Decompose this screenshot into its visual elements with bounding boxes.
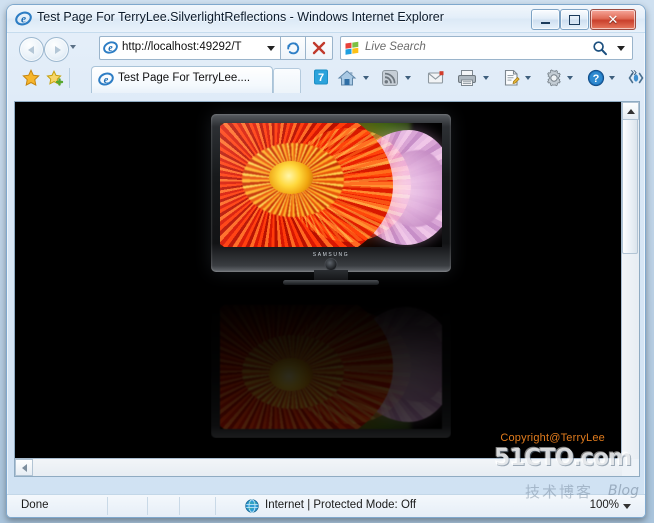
zoom-level-text[interactable]: 100% xyxy=(590,499,619,511)
toolbar-divider xyxy=(69,68,70,88)
home-dropdown-icon[interactable] xyxy=(363,76,369,80)
window-title: Test Page For TerryLee.SilverlightReflec… xyxy=(37,10,444,24)
tv-screen xyxy=(220,123,442,247)
screen-glare xyxy=(220,123,442,247)
minimize-button[interactable] xyxy=(531,9,560,30)
recent-pages-dropdown[interactable] xyxy=(70,45,76,49)
triangle-up-icon xyxy=(626,109,635,114)
chevron-left-icon xyxy=(27,45,34,54)
internet-explorer-icon: e xyxy=(15,10,32,27)
vertical-scrollbar-thumb[interactable] xyxy=(622,102,638,254)
chevron-down-icon[interactable] xyxy=(267,46,275,51)
reflection-flower xyxy=(220,305,442,429)
suggested-sites-badge-icon[interactable]: 7 xyxy=(313,68,329,86)
minimize-icon xyxy=(532,10,559,29)
tab-bar: e Test Page For TerryLee.... 7 ? » xyxy=(7,63,645,93)
status-divider xyxy=(147,497,148,515)
new-tab-button[interactable] xyxy=(273,68,301,93)
page-dropdown-icon[interactable] xyxy=(525,76,531,80)
close-button[interactable]: ✕ xyxy=(590,9,636,30)
search-placeholder: Live Search xyxy=(365,41,426,53)
title-bar: e Test Page For TerryLee.SilverlightRefl… xyxy=(7,5,645,33)
forward-button[interactable] xyxy=(44,37,69,62)
triangle-left-icon xyxy=(22,463,27,472)
search-input[interactable]: Live Search xyxy=(340,36,633,60)
feeds-dropdown-icon[interactable] xyxy=(405,76,411,80)
reflection-screen xyxy=(220,305,442,429)
status-divider xyxy=(179,497,180,515)
windows-flag-icon xyxy=(345,41,359,55)
status-divider xyxy=(107,497,108,515)
refresh-icon xyxy=(287,42,300,55)
tv-bezel: SAMSUNG xyxy=(211,114,451,272)
tools-gear-icon[interactable] xyxy=(545,69,563,87)
silverlight-canvas: SAMSUNG Copyright@TerryLee xyxy=(15,102,621,458)
maximize-icon xyxy=(561,10,588,29)
reflection-bezel xyxy=(211,280,451,438)
command-bar: 7 ? » xyxy=(309,63,644,93)
security-zone-text: Internet | Protected Mode: Off xyxy=(265,499,417,511)
print-icon[interactable] xyxy=(457,69,477,87)
television-reflection xyxy=(211,280,451,438)
scrollbar-corner xyxy=(622,459,639,476)
chevron-right-icon xyxy=(54,45,61,54)
favorites-center-icon[interactable] xyxy=(21,68,41,88)
tab-test-page[interactable]: e Test Page For TerryLee.... xyxy=(91,66,273,93)
tv-stand-base xyxy=(283,280,379,285)
read-mail-icon[interactable] xyxy=(427,69,445,87)
search-icon[interactable] xyxy=(592,40,608,56)
status-text: Done xyxy=(21,499,49,511)
svg-text:e: e xyxy=(108,43,113,54)
home-icon[interactable] xyxy=(337,69,357,87)
internet-explorer-icon: e xyxy=(103,40,118,55)
globe-icon xyxy=(245,499,259,513)
help-dropdown-icon[interactable] xyxy=(609,76,615,80)
add-to-favorites-icon[interactable] xyxy=(45,68,65,88)
refresh-button[interactable] xyxy=(281,36,306,60)
scroll-left-button[interactable] xyxy=(15,459,33,476)
command-bar-overflow-icon[interactable]: » xyxy=(630,65,637,79)
feeds-icon[interactable] xyxy=(381,69,399,87)
television-graphic: SAMSUNG xyxy=(211,114,451,285)
scroll-up-button[interactable] xyxy=(622,102,639,120)
status-bar: Done Internet | Protected Mode: Off 100% xyxy=(7,494,645,517)
internet-explorer-icon: e xyxy=(98,71,114,87)
address-text: http://localhost:49292/T xyxy=(122,41,242,53)
close-icon: ✕ xyxy=(607,11,619,27)
back-button[interactable] xyxy=(19,37,44,62)
svg-text:7: 7 xyxy=(318,72,324,84)
vertical-scrollbar[interactable] xyxy=(621,102,639,459)
maximize-button[interactable] xyxy=(560,9,589,30)
help-icon[interactable]: ? xyxy=(587,69,605,87)
chevron-down-icon[interactable] xyxy=(617,46,625,51)
horizontal-scrollbar[interactable] xyxy=(15,458,622,476)
address-bar: e http://localhost:49292/T Live Search xyxy=(7,33,645,63)
copyright-text: Copyright@TerryLee xyxy=(500,432,605,444)
svg-text:e: e xyxy=(104,75,109,86)
svg-text:?: ? xyxy=(593,73,600,85)
print-dropdown-icon[interactable] xyxy=(483,76,489,80)
page-viewport: SAMSUNG Copyright@TerryLee xyxy=(14,101,640,477)
page-icon[interactable] xyxy=(503,69,521,87)
svg-text:e: e xyxy=(21,14,26,26)
close-x-icon xyxy=(312,41,326,55)
address-input[interactable]: e http://localhost:49292/T xyxy=(99,36,281,60)
tab-label: Test Page For TerryLee.... xyxy=(118,72,251,84)
tools-dropdown-icon[interactable] xyxy=(567,76,573,80)
stop-button[interactable] xyxy=(306,36,333,60)
chevron-down-icon[interactable] xyxy=(623,504,631,509)
status-divider xyxy=(215,497,216,515)
browser-window: e Test Page For TerryLee.SilverlightRefl… xyxy=(6,4,646,518)
